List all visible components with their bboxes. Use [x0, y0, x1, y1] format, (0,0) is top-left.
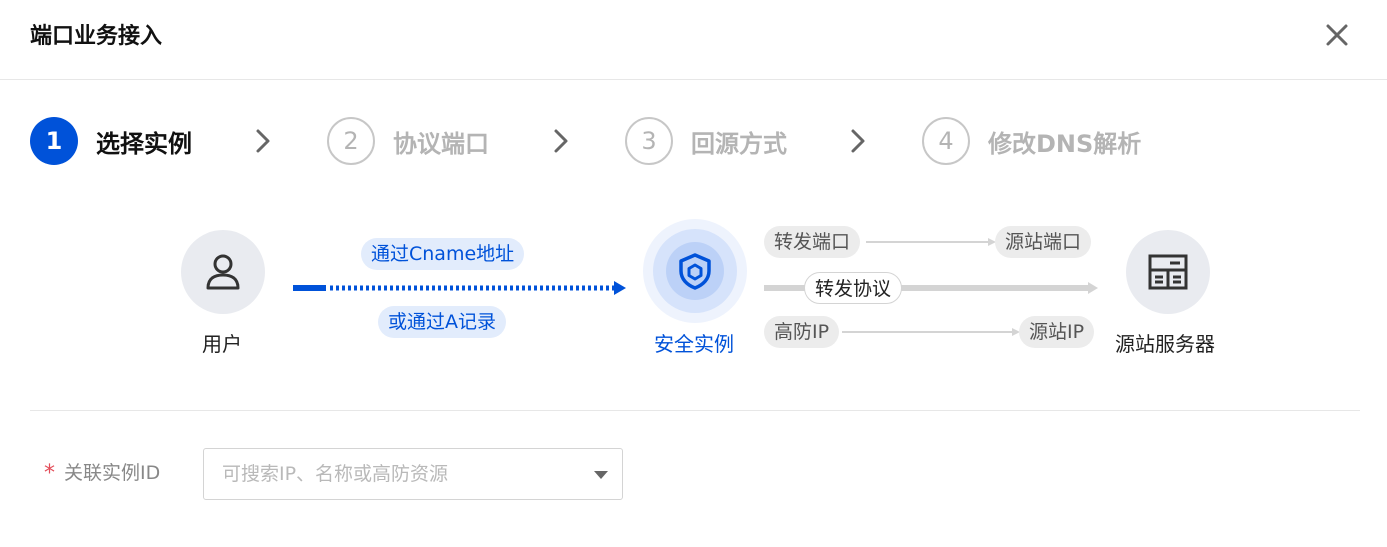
instance-id-select[interactable]: 可搜索IP、名称或高防资源: [203, 448, 623, 500]
instance-id-label: 关联实例ID: [64, 462, 161, 484]
caret-down-icon: [594, 471, 608, 479]
step-label: 回源方式: [691, 129, 787, 158]
step-number: 3: [625, 117, 673, 165]
user-label: 用户: [202, 332, 242, 356]
close-button[interactable]: [1320, 18, 1354, 52]
step-number: 1: [30, 117, 78, 165]
origin-port-pill: 源站端口: [995, 226, 1092, 258]
chevron-right-icon: [554, 129, 568, 153]
arecord-pill: 或通过A记录: [378, 306, 506, 338]
step-label: 选择实例: [96, 129, 192, 158]
stepper: 1 选择实例 2 协议端口 3 回源方式 4 修改DNS解析: [0, 115, 1387, 167]
step-number: 4: [922, 117, 970, 165]
server-label: 源站服务器: [1115, 332, 1215, 356]
forward-protocol-pill: 转发协议: [804, 272, 903, 304]
step-label: 修改DNS解析: [988, 129, 1142, 158]
step-select-instance[interactable]: 1 选择实例: [30, 115, 192, 167]
instance-label: 安全实例: [654, 332, 734, 356]
dialog-title: 端口业务接入: [30, 24, 163, 49]
step-label: 协议端口: [393, 129, 489, 158]
access-diagram: 用户 通过Cname地址 或通过A记录 安全实例 转发端口 源站端口 转发协议 …: [0, 210, 1387, 370]
chevron-right-icon: [256, 129, 270, 153]
user-icon: [206, 254, 240, 290]
close-icon: [1326, 24, 1348, 46]
anti-ddos-ip-pill: 高防IP: [764, 316, 840, 348]
chevron-right-icon: [851, 129, 865, 153]
forward-port-pill: 转发端口: [764, 226, 861, 258]
instance-id-row: * 关联实例ID 可搜索IP、名称或高防资源: [0, 448, 1387, 500]
divider: [30, 410, 1360, 411]
user-node: [181, 230, 265, 314]
server-node: [1126, 230, 1210, 314]
dialog-header: 端口业务接入: [0, 0, 1387, 80]
cname-pill: 通过Cname地址: [361, 238, 525, 270]
required-mark: *: [44, 461, 55, 486]
step-number: 2: [327, 117, 375, 165]
instance-node: [653, 229, 737, 313]
step-origin-method[interactable]: 3 回源方式: [625, 115, 787, 167]
instance-node-inner: [666, 242, 724, 300]
instance-id-placeholder: 可搜索IP、名称或高防资源: [222, 463, 449, 485]
step-protocol-port[interactable]: 2 协议端口: [327, 115, 489, 167]
server-icon: [1148, 254, 1188, 290]
step-modify-dns[interactable]: 4 修改DNS解析: [922, 115, 1141, 167]
shield-icon: [679, 253, 711, 290]
origin-ip-pill: 源站IP: [1019, 316, 1095, 348]
